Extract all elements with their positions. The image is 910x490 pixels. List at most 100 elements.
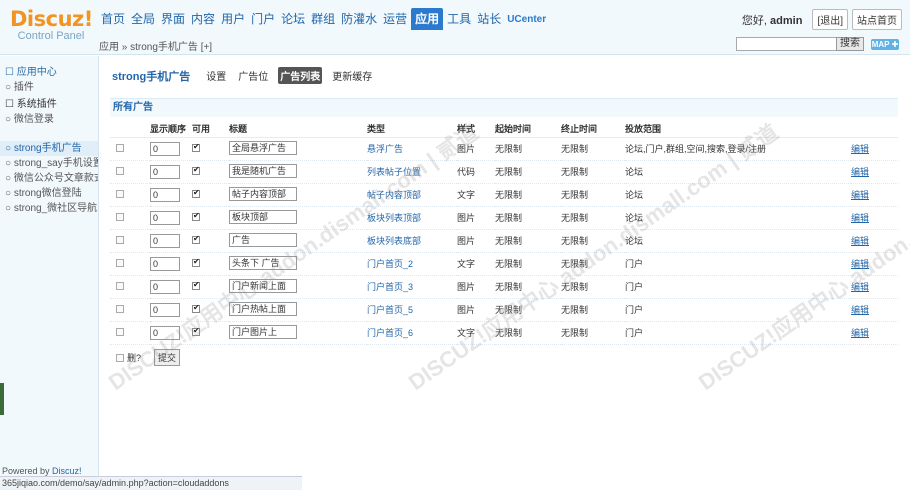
edit-link[interactable]: 编辑 (851, 167, 869, 177)
title-input[interactable]: 板块顶部 (229, 209, 297, 224)
title-input[interactable]: 全局悬浮广告 (229, 140, 297, 155)
breadcrumb[interactable]: 应用 » strong手机广告 [+] (99, 38, 212, 53)
enabled-checkbox[interactable] (192, 280, 200, 290)
enabled-checkbox[interactable] (192, 257, 200, 267)
discuz-logo[interactable]: Discuz! Control Panel (10, 8, 93, 42)
ad-type-link[interactable]: 板块列表顶部 (367, 213, 421, 223)
topnav-item[interactable]: 防灌水 (339, 8, 379, 30)
search-input[interactable] (736, 37, 840, 51)
order-input[interactable]: 0 (150, 210, 180, 225)
order-input[interactable]: 0 (150, 187, 180, 202)
enabled-checkbox[interactable] (192, 142, 200, 152)
title-input[interactable]: 帖子内容顶部 (229, 186, 297, 201)
map-button[interactable]: MAP ✚ (871, 39, 899, 50)
title-input[interactable]: 我是随机广告 (229, 163, 297, 178)
sidebar-item[interactable]: ○ 微信登录 (0, 112, 98, 127)
order-input[interactable]: 0 (150, 279, 180, 294)
row-delete-checkbox[interactable] (116, 143, 124, 152)
sidebar-item[interactable]: ☐ 应用中心 (0, 65, 98, 80)
row-delete-checkbox[interactable] (116, 304, 124, 313)
edit-link[interactable]: 编辑 (851, 213, 869, 223)
topnav-item[interactable]: 站长 (475, 8, 503, 30)
ad-type-link[interactable]: 门户首页_3 (367, 282, 413, 292)
enabled-checkbox[interactable] (192, 188, 200, 198)
edit-link[interactable]: 编辑 (851, 328, 869, 338)
topnav-item[interactable]: 群组 (309, 8, 337, 30)
topnav-item[interactable]: 内容 (189, 8, 217, 30)
scope: 门户 (625, 298, 851, 322)
sidebar-item[interactable]: ☐ 系统插件 (0, 97, 98, 112)
delete-all-checkbox[interactable] (116, 353, 124, 362)
ad-type-link[interactable]: 悬浮广告 (367, 144, 403, 154)
search-button[interactable]: 搜索 (836, 37, 864, 51)
ad-type-link[interactable]: 帖子内容顶部 (367, 190, 421, 200)
edit-link[interactable]: 编辑 (851, 190, 869, 200)
ad-style: 代码 (457, 160, 495, 184)
ad-type-link[interactable]: 列表帖子位置 (367, 167, 421, 177)
enabled-checkbox[interactable] (192, 234, 200, 244)
row-delete-checkbox[interactable] (116, 235, 124, 244)
ad-type-link[interactable]: 门户首页_6 (367, 328, 413, 338)
order-input[interactable]: 0 (150, 141, 180, 156)
row-delete-checkbox[interactable] (116, 212, 124, 221)
topnav-item[interactable]: 工具 (445, 8, 473, 30)
sidebar-item[interactable]: ○ strong手机广告 (0, 141, 98, 156)
row-delete-checkbox[interactable] (116, 327, 124, 336)
order-input[interactable]: 0 (150, 233, 180, 248)
column-header (851, 120, 898, 138)
order-input[interactable]: 0 (150, 164, 180, 179)
row-delete-checkbox[interactable] (116, 258, 124, 267)
site-home-button[interactable]: 站点首页 (852, 9, 902, 30)
title-input[interactable]: 广告 (229, 232, 297, 247)
edit-link[interactable]: 编辑 (851, 282, 869, 292)
ad-type-link[interactable]: 门户首页_5 (367, 305, 413, 315)
enabled-checkbox[interactable] (192, 303, 200, 313)
topnav-item[interactable]: 论坛 (279, 8, 307, 30)
row-delete-checkbox[interactable] (116, 189, 124, 198)
topnav-item[interactable]: 用户 (219, 8, 247, 30)
left-edge-tab[interactable] (0, 383, 4, 415)
title-input[interactable]: 门户新闻上面 (229, 278, 297, 293)
sidebar-item[interactable]: ○ strong_微社区导航 (0, 201, 98, 216)
topnav-item[interactable]: 门户 (249, 8, 277, 30)
end-time: 无限制 (561, 298, 625, 322)
edit-link[interactable]: 编辑 (851, 305, 869, 315)
tab-item[interactable]: 设置 (204, 67, 228, 84)
sidebar-item[interactable]: ○ strong微信登陆 (0, 186, 98, 201)
row-delete-checkbox[interactable] (116, 281, 124, 290)
topnav-item[interactable]: 首页 (99, 8, 127, 30)
row-delete-checkbox[interactable] (116, 166, 124, 175)
topnav-item[interactable]: UCenter (505, 8, 548, 30)
edit-link[interactable]: 编辑 (851, 259, 869, 269)
title-input[interactable]: 门户热帖上面 (229, 301, 297, 316)
logout-link[interactable]: [退出] (812, 9, 848, 30)
sidebar-item[interactable]: ○ strong_say手机设置件 (0, 156, 98, 171)
ad-style: 文字 (457, 321, 495, 345)
sidebar-item[interactable]: ○ 微信公众号文章款式 (0, 171, 98, 186)
order-input[interactable]: 0 (150, 325, 180, 340)
ad-type-link[interactable]: 门户首页_2 (367, 259, 413, 269)
enabled-checkbox[interactable] (192, 326, 200, 336)
ad-type-link[interactable]: 板块列表底部 (367, 236, 421, 246)
order-input[interactable]: 0 (150, 302, 180, 317)
submit-button[interactable]: 提交 (154, 349, 181, 366)
enabled-checkbox[interactable] (192, 211, 200, 221)
tab-item[interactable]: 广告位 (236, 67, 270, 84)
topnav-item[interactable]: 运营 (381, 8, 409, 30)
edit-link[interactable]: 编辑 (851, 236, 869, 246)
topnav-item[interactable]: 界面 (159, 8, 187, 30)
edit-link[interactable]: 编辑 (851, 144, 869, 154)
table-row: 0广告板块列表底部图片无限制无限制论坛编辑 (110, 229, 898, 253)
tab-item[interactable]: 广告列表 (278, 67, 323, 84)
title-input[interactable]: 头条下 广告 (229, 255, 297, 270)
sidebar-item[interactable]: ○ 插件 (0, 80, 98, 95)
scope: 门户 (625, 321, 851, 345)
tab-item[interactable]: 更新缓存 (330, 67, 374, 84)
topnav-item[interactable]: 全局 (129, 8, 157, 30)
enabled-checkbox[interactable] (192, 165, 200, 175)
topnav-item[interactable]: 应用 (411, 8, 444, 30)
section-header: 所有广告 (110, 98, 898, 117)
order-input[interactable]: 0 (150, 256, 180, 271)
title-input[interactable]: 门户图片上 (229, 324, 297, 339)
column-header: 投放范围 (625, 120, 851, 138)
